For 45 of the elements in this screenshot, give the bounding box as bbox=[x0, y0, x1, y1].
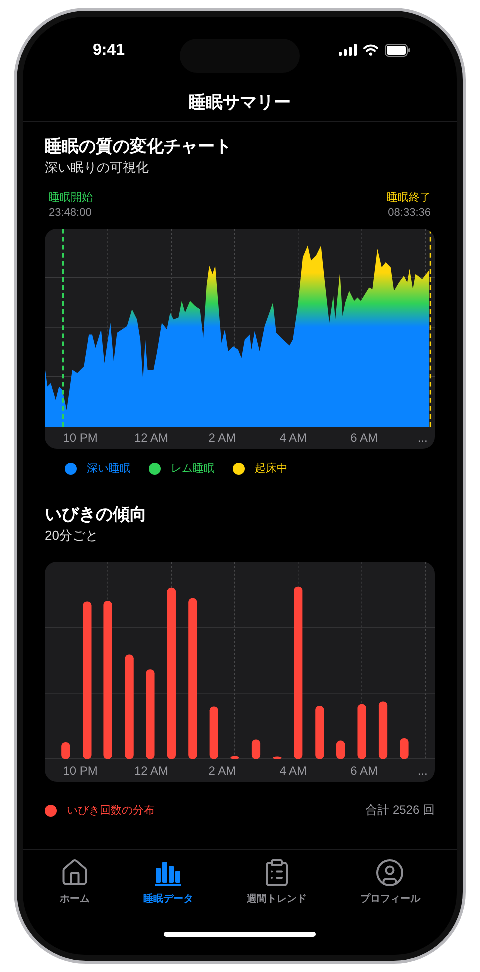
sleep-end-time: 08:33:36 bbox=[388, 207, 431, 219]
legend-label: 起床中 bbox=[255, 462, 288, 476]
snore-bar bbox=[210, 706, 218, 760]
battery-icon bbox=[385, 44, 411, 56]
signal-icon bbox=[339, 44, 357, 56]
axis-label: 2 AM bbox=[208, 431, 236, 445]
section-title: 睡眠の質の変化チャート bbox=[45, 136, 233, 158]
axis-label: 2 AM bbox=[208, 764, 236, 778]
axis-label: ... bbox=[418, 764, 428, 778]
profile-icon bbox=[375, 858, 406, 888]
sleep-start-label: 睡眠開始 bbox=[49, 191, 93, 205]
sleep-end-label: 睡眠終了 bbox=[387, 191, 431, 205]
legend-label: いびき回数の分布 bbox=[67, 804, 155, 818]
snore-bar bbox=[400, 738, 409, 760]
section-subtitle: 20分ごと bbox=[45, 527, 100, 545]
axis-label: 4 AM bbox=[280, 431, 308, 445]
section-subtitle: 深い眠りの可視化 bbox=[45, 159, 150, 177]
tab-item[interactable]: プロフィール bbox=[354, 856, 426, 908]
snore-total: 合計 2526 回 bbox=[366, 802, 435, 819]
axis-label: 6 AM bbox=[350, 431, 378, 445]
tab-item[interactable]: ホーム bbox=[54, 856, 96, 908]
section-title: いびきの傾向 bbox=[45, 504, 148, 526]
screen-title: 睡眠サマリー bbox=[189, 92, 291, 114]
legend-label: 深い睡眠 bbox=[87, 462, 131, 476]
tab-item[interactable]: 睡眠データ bbox=[137, 856, 200, 908]
axis-label: 12 AM bbox=[134, 764, 168, 778]
snore-bar bbox=[252, 740, 261, 760]
axis-label: 10 PM bbox=[63, 764, 98, 778]
wifi-icon bbox=[363, 44, 379, 56]
snore-bar bbox=[316, 706, 324, 760]
axis-label: 6 AM bbox=[350, 764, 378, 778]
snore-bar bbox=[273, 756, 282, 760]
snore-bar bbox=[336, 740, 346, 760]
legend-label: レム睡眠 bbox=[171, 462, 215, 476]
tab-item[interactable]: 週間トレンド bbox=[240, 856, 313, 908]
snore-bar bbox=[378, 702, 388, 760]
axis-label: 10 PM bbox=[63, 431, 98, 445]
axis-label: 12 AM bbox=[134, 431, 168, 445]
snore-bar bbox=[62, 742, 70, 760]
status-time: 9:41 bbox=[93, 42, 126, 60]
sleep-start-time: 23:48:00 bbox=[49, 207, 92, 219]
axis-label: ... bbox=[418, 431, 428, 445]
snore-bar bbox=[230, 756, 240, 760]
snore-bar bbox=[358, 704, 366, 760]
axis-label: 4 AM bbox=[280, 764, 308, 778]
